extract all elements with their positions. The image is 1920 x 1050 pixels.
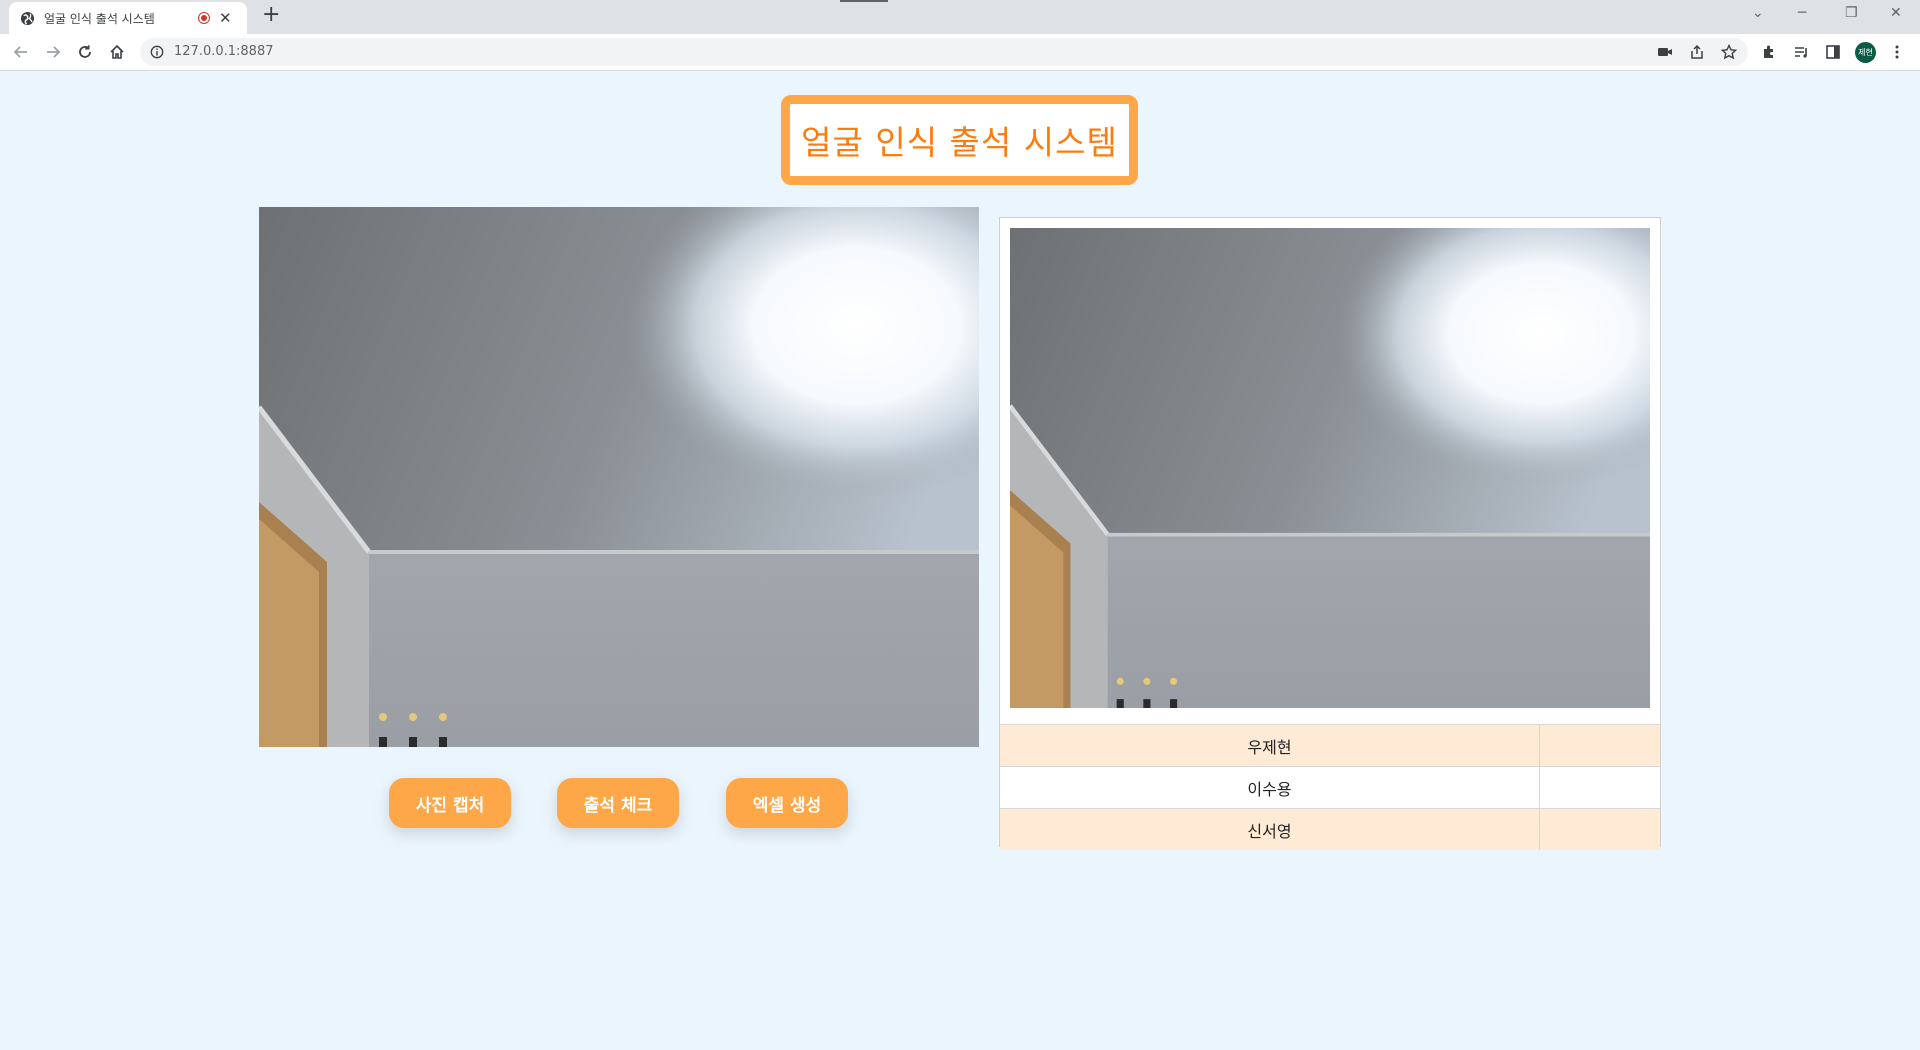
browser-tab[interactable]: 얼굴 인식 출석 시스템 ✕	[9, 2, 247, 34]
tab-title: 얼굴 인식 출석 시스템	[44, 11, 155, 26]
star-icon[interactable]	[1720, 43, 1738, 61]
student-name: 우제현	[1000, 724, 1540, 767]
reload-icon[interactable]	[76, 43, 94, 61]
result-panel: 우제현 이수용 신서영	[999, 217, 1661, 850]
page-title: 얼굴 인식 출석 시스템	[801, 123, 1118, 162]
create-excel-button[interactable]: 엑셀 생성	[726, 778, 848, 828]
close-icon[interactable]: ✕	[219, 10, 232, 26]
recording-icon	[198, 12, 210, 24]
info-icon[interactable]	[150, 44, 166, 60]
capture-photo-button[interactable]: 사진 캡처	[389, 778, 511, 828]
attendance-status	[1539, 766, 1660, 809]
attendance-status	[1539, 808, 1660, 850]
page-title-box: 얼굴 인식 출석 시스템	[781, 95, 1138, 185]
home-icon[interactable]	[108, 43, 126, 61]
window-close-icon[interactable]: ✕	[1890, 6, 1902, 20]
browser-toolbar: 127.0.0.1:8887 제현	[0, 34, 1920, 71]
plus-icon[interactable]: +	[262, 4, 280, 26]
url-text: 127.0.0.1:8887	[174, 44, 274, 59]
webcam-video	[259, 207, 979, 747]
chevron-down-icon[interactable]: ⌄	[1752, 6, 1764, 20]
back-icon[interactable]	[12, 43, 30, 61]
student-name: 이수용	[1000, 766, 1540, 809]
tab-strip-drag-indicator	[840, 0, 888, 2]
share-icon[interactable]	[1688, 43, 1706, 61]
table-row: 이수용	[1000, 766, 1660, 809]
student-name: 신서영	[1000, 808, 1540, 850]
reading-list-icon[interactable]	[1792, 43, 1810, 61]
avatar[interactable]: 제현	[1855, 42, 1876, 63]
extensions-icon[interactable]	[1760, 43, 1778, 61]
camera-icon[interactable]	[1656, 43, 1674, 61]
attendance-status	[1539, 724, 1660, 767]
globe-icon	[20, 11, 35, 26]
minimize-icon[interactable]: ─	[1798, 6, 1806, 20]
forward-icon[interactable]	[44, 43, 62, 61]
tab-strip: 얼굴 인식 출석 시스템 ✕ + ⌄ ─ ❐ ✕	[0, 0, 1920, 34]
table-row: 신서영	[1000, 808, 1660, 850]
attendance-check-button[interactable]: 출석 체크	[557, 778, 679, 828]
address-bar[interactable]: 127.0.0.1:8887	[140, 38, 1748, 66]
restore-icon[interactable]: ❐	[1845, 6, 1858, 20]
attendance-table: 우제현 이수용 신서영	[1000, 724, 1660, 850]
table-row: 우제현	[1000, 724, 1660, 767]
captured-photo	[1010, 228, 1650, 708]
sidepanel-icon[interactable]	[1824, 43, 1842, 61]
menu-icon[interactable]	[1888, 43, 1906, 61]
